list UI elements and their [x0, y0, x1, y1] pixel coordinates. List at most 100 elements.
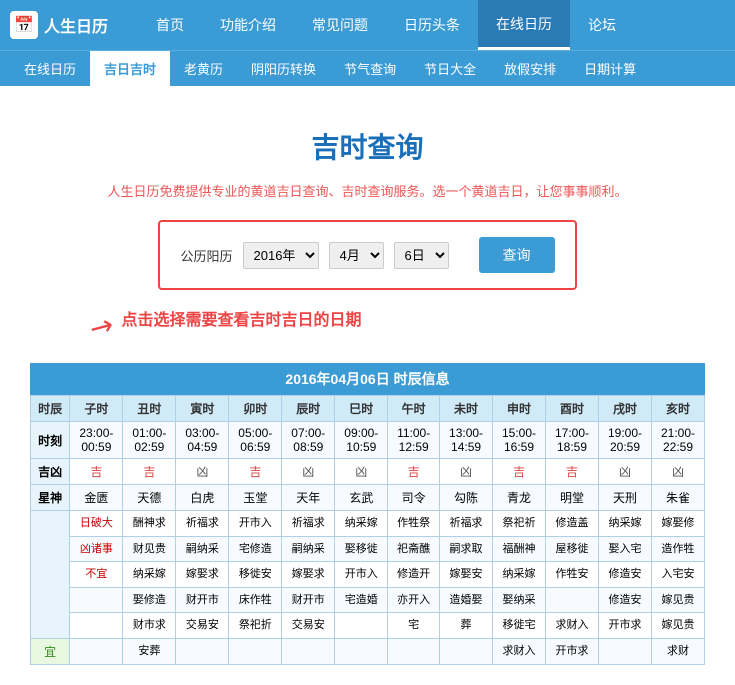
- yi-hai: 求财: [651, 638, 704, 664]
- subnav-laohongli[interactable]: 老黄历: [170, 51, 237, 87]
- jixiong-xu: 凶: [599, 459, 652, 485]
- xingshen-yin: 白虎: [176, 485, 229, 511]
- nav-online-calendar[interactable]: 在线日历: [478, 0, 570, 50]
- content-xu-5: 开市求: [599, 613, 652, 639]
- cell-shike-si: 09:00-10:59: [335, 422, 388, 459]
- content-shen-4: 娶纳采: [493, 587, 546, 613]
- table-row-content1: 日破大 酬神求 祈福求 开市入 祈福求 纳采嫁 作牲祭 祈福求 祭祀祈 修造盖 …: [31, 511, 705, 537]
- nav-features[interactable]: 功能介绍: [202, 0, 294, 50]
- jixiong-wei: 凶: [440, 459, 493, 485]
- content-yin-3: 嫁娶求: [176, 562, 229, 588]
- cell-shike-wu: 11:00-12:59: [388, 422, 440, 459]
- content-wei-3: 嫁娶安: [440, 562, 493, 588]
- nav-home[interactable]: 首页: [138, 0, 202, 50]
- xingshen-wei: 勾陈: [440, 485, 493, 511]
- content-hai-5: 嫁见贵: [651, 613, 704, 639]
- content-you-2: 屋移徙: [546, 536, 599, 562]
- label-yi-bottom: 宜: [31, 638, 70, 664]
- subnav-date-calc[interactable]: 日期计算: [570, 51, 650, 87]
- label-xingshen: 星神: [31, 485, 70, 511]
- content-xu-1: 纳采嫁: [599, 511, 652, 537]
- content-chou-3: 纳采嫁: [123, 562, 176, 588]
- table-title: 2016年04月06日 时辰信息: [30, 363, 705, 395]
- content-hai-1: 嫁娶修: [651, 511, 704, 537]
- content-si-2: 娶移徙: [335, 536, 388, 562]
- content-zi-2: 凶诸事: [70, 536, 123, 562]
- content-wei-1: 祈福求: [440, 511, 493, 537]
- content-wu-5: 宅: [388, 613, 440, 639]
- label-shike: 时刻: [31, 422, 70, 459]
- content-mao-5: 祭祀折: [229, 613, 282, 639]
- main-content: 吉时查询 人生日历免费提供专业的黄道吉日查询、吉时查询服务。选一个黄道吉日，让您…: [0, 86, 735, 685]
- shichen-table: 时辰 子时 丑时 寅时 卯时 辰时 巳时 午时 未时 申时 酉时 戌时 亥时: [30, 395, 705, 665]
- hint-text: 点击选择需要查看吉时吉日的日期: [121, 310, 361, 332]
- table-row-content2: 凶诸事 财见贵 嗣纳采 宅修造 嗣纳采 娶移徙 祀斋醮 嗣求取 福酬神 屋移徙 …: [31, 536, 705, 562]
- cell-shike-yin: 03:00-04:59: [176, 422, 229, 459]
- table-row-content5: 财市求 交易安 祭祀折 交易安 宅 葬 移徙宅 求财入 开市求 嫁见贵: [31, 613, 705, 639]
- content-mao-1: 开市入: [229, 511, 282, 537]
- xingshen-mao: 玉堂: [229, 485, 282, 511]
- content-shen-2: 福酬神: [493, 536, 546, 562]
- yi-xu: [599, 638, 652, 664]
- content-si-5: [335, 613, 388, 639]
- content-shen-3: 纳采嫁: [493, 562, 546, 588]
- cell-shike-chou: 01:00-02:59: [123, 422, 176, 459]
- jixiong-yin: 凶: [176, 459, 229, 485]
- xingshen-shen: 青龙: [493, 485, 546, 511]
- table-row-xingshen: 星神 金匮 天德 白虎 玉堂 天年 玄武 司令 勾陈 青龙 明堂 天刑 朱雀: [31, 485, 705, 511]
- content-chen-3: 嫁娶求: [282, 562, 335, 588]
- content-hai-4: 嫁见贵: [651, 587, 704, 613]
- xingshen-chen: 天年: [282, 485, 335, 511]
- subnav-yinyang-convert[interactable]: 阴阳历转换: [237, 51, 330, 87]
- subnav-holiday[interactable]: 放假安排: [490, 51, 570, 87]
- month-select[interactable]: 1月2月3月 4月 5月6月: [329, 242, 384, 269]
- yi-shen: 求财入: [493, 638, 546, 664]
- calendar-label: 公历阳历: [180, 246, 232, 265]
- yi-chen: [282, 638, 335, 664]
- content-zi-1: 日破大: [70, 511, 123, 537]
- subnav-online-calendar[interactable]: 在线日历: [10, 51, 90, 87]
- query-form: 公历阳历 2016年 2015年 2017年 1月2月3月 4月 5月6月 1日…: [158, 220, 576, 290]
- content-wu-4: 亦开入: [388, 587, 440, 613]
- col-header-you: 酉时: [546, 396, 599, 422]
- jixiong-wu: 吉: [388, 459, 440, 485]
- sub-navbar: 在线日历 吉日吉时 老黄历 阴阳历转换 节气查询 节日大全 放假安排 日期计算: [0, 50, 735, 86]
- nav-faq[interactable]: 常见问题: [294, 0, 386, 50]
- content-shen-5: 移徙宅: [493, 613, 546, 639]
- jixiong-chou: 吉: [123, 459, 176, 485]
- subnav-jieqi[interactable]: 节气查询: [330, 51, 410, 87]
- col-header-mao: 卯时: [229, 396, 282, 422]
- nav-forum[interactable]: 论坛: [570, 0, 634, 50]
- col-header-yin: 寅时: [176, 396, 229, 422]
- logo-text: 人生日历: [44, 13, 108, 37]
- query-button[interactable]: 查询: [479, 237, 555, 273]
- col-header-hai: 亥时: [651, 396, 704, 422]
- nav-headlines[interactable]: 日历头条: [386, 0, 478, 50]
- year-select[interactable]: 2016年 2015年 2017年: [243, 242, 319, 269]
- subnav-jieri[interactable]: 节日大全: [410, 51, 490, 87]
- xingshen-xu: 天刑: [599, 485, 652, 511]
- col-header-wei: 未时: [440, 396, 493, 422]
- col-header-shichen: 时辰: [31, 396, 70, 422]
- hint-section: ↗ 点击选择需要查看吉时吉日的日期: [30, 310, 705, 343]
- content-mao-3: 移徙安: [229, 562, 282, 588]
- table-header-row: 时辰 子时 丑时 寅时 卯时 辰时 巳时 午时 未时 申时 酉时 戌时 亥时: [31, 396, 705, 422]
- content-yin-5: 交易安: [176, 613, 229, 639]
- col-header-chou: 丑时: [123, 396, 176, 422]
- cell-shike-xu: 19:00-20:59: [599, 422, 652, 459]
- xingshen-you: 明堂: [546, 485, 599, 511]
- content-shen-1: 祭祀祈: [493, 511, 546, 537]
- col-header-xu: 戌时: [599, 396, 652, 422]
- day-select[interactable]: 1日2日3日 4日5日 6日: [394, 242, 449, 269]
- yi-si: [335, 638, 388, 664]
- content-chen-5: 交易安: [282, 613, 335, 639]
- cell-shike-chen: 07:00-08:59: [282, 422, 335, 459]
- content-wei-4: 造婚娶: [440, 587, 493, 613]
- jixiong-shen: 吉: [493, 459, 546, 485]
- table-row-jixiong: 吉凶 吉 吉 凶 吉 凶 凶 吉 凶 吉 吉 凶 凶: [31, 459, 705, 485]
- yi-wu: [388, 638, 440, 664]
- yi-mao: [229, 638, 282, 664]
- content-chou-2: 财见贵: [123, 536, 176, 562]
- subnav-jiri-jishi[interactable]: 吉日吉时: [90, 51, 170, 87]
- content-xu-2: 娶入宅: [599, 536, 652, 562]
